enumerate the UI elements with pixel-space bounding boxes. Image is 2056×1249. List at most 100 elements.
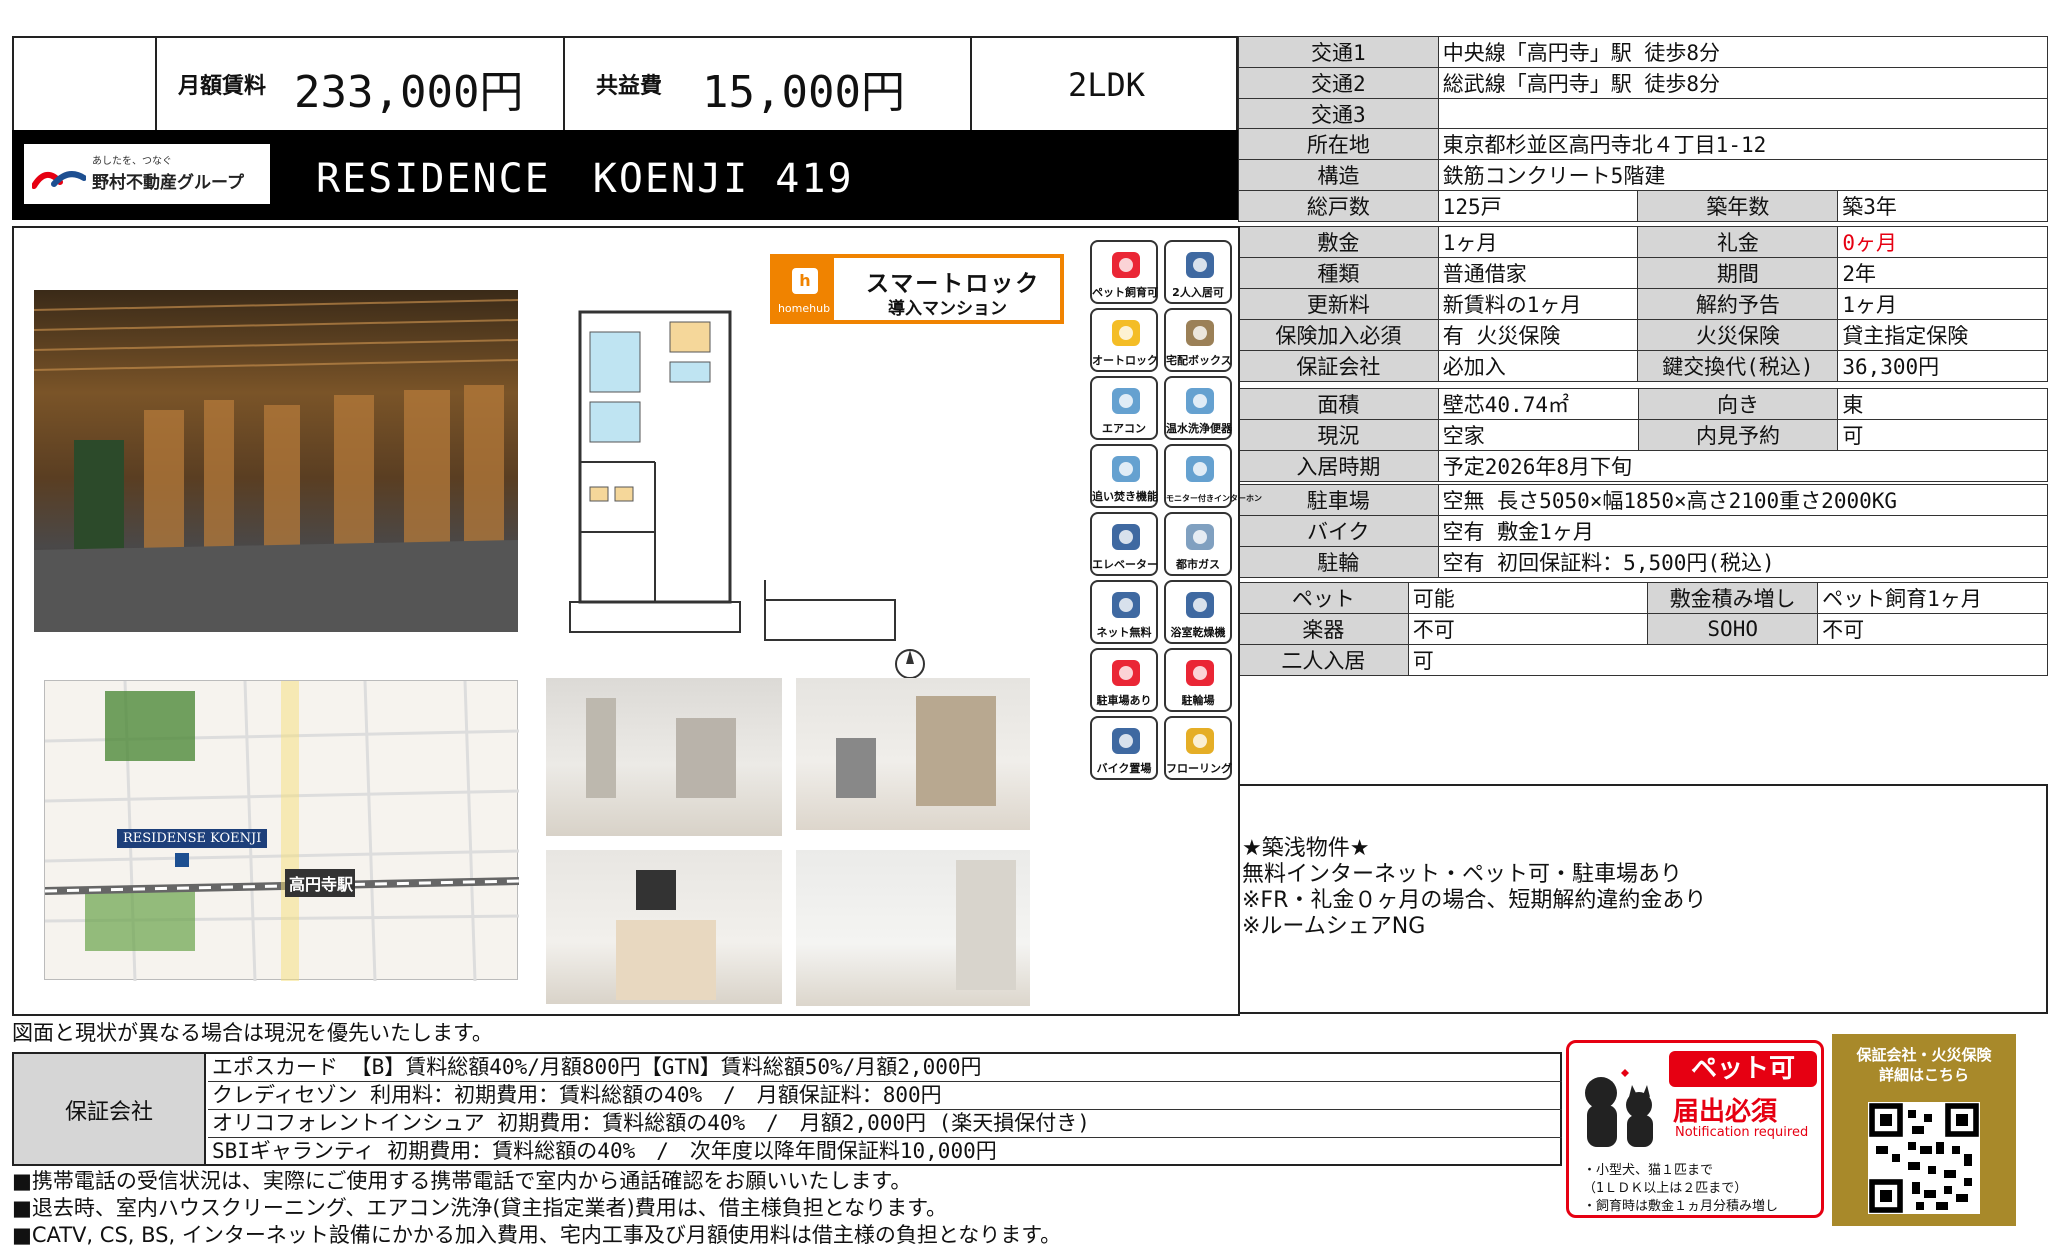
structure-label: 構造: [1238, 159, 1439, 191]
smartlock-banner: h homehub スマートロック 導入マンション: [770, 254, 1064, 324]
equipment-label: 浴室乾燥機: [1170, 626, 1226, 639]
room-photo-room: [796, 850, 1030, 1006]
pet-badge-title: ペット可: [1669, 1051, 1817, 1087]
viewing-value: 可: [1837, 419, 2048, 451]
pet-notice-badge: ペット可 届出必須 Notification required ・小型犬、猫１匹…: [1566, 1040, 1824, 1218]
movein-label: 入居時期: [1238, 450, 1439, 482]
conditions-table: ペット 可能 敷金積み増し ペット飼育1ヶ月 楽器 不可 SOHO 不可 二人入居可: [1238, 582, 2049, 676]
contract-type-value: 普通借家: [1437, 257, 1639, 289]
pet-badge-english: Notification required: [1675, 1125, 1809, 1140]
map-building-label: RESIDENSE KOENJI: [117, 829, 268, 848]
pet-badge-line-2: （1ＬＤＫ以上は２匹まで）: [1583, 1181, 1748, 1196]
equipment-label: フローリング: [1166, 762, 1232, 775]
direction-label: 向き: [1637, 388, 1839, 420]
table-row: 所在地 東京都杉並区高円寺北４丁目1-12: [1238, 128, 2049, 160]
table-row: 種類 普通借家 期間 2年: [1238, 257, 2048, 289]
table-row: 更新料 新賃料の1ヶ月 解約予告 1ヶ月: [1238, 288, 2048, 320]
equipment-tile: 駐輪場: [1164, 648, 1232, 712]
table-row: ペット 可能 敷金積み増し ペット飼育1ヶ月: [1238, 582, 2048, 614]
lobby-photo: [34, 290, 518, 632]
equipment-label: バイク置場: [1096, 762, 1152, 775]
qr-box-line-2: 詳細はこちら: [1878, 1066, 1969, 1084]
fire-insurance-value: 貸主指定保険: [1837, 319, 2048, 351]
photo-window: [836, 738, 876, 798]
photo-counter: [616, 920, 716, 1000]
transport-3-label: 交通3: [1238, 98, 1439, 130]
remark-line: ※FR・礼金０ヶ月の場合、短期解約違約金あり: [1242, 888, 1707, 913]
transport-2-value: 総武線「高円寺」駅 徒歩8分: [1437, 67, 2049, 99]
dog-cat-icon: [1585, 1069, 1653, 1147]
table-row: 駐車場 空無 長さ5050×幅1850×高さ2100重さ2000KG: [1238, 484, 2049, 516]
balcony-plan: [760, 560, 900, 650]
two-persons-icon: [1186, 252, 1214, 278]
floor-plan: [560, 272, 760, 642]
bike-parking-icon: [1112, 728, 1140, 754]
notice-line: ■携帯電話の受信状況は、実際にご使用する携帯電話で室内から通話確認をお願いいたし…: [12, 1169, 912, 1193]
equipment-tile: 温水洗浄便器: [1164, 376, 1232, 440]
equipment-label: ペット飼育可: [1092, 286, 1158, 299]
photo-sliding-door: [916, 696, 996, 806]
equipment-label: エレベーター: [1092, 558, 1158, 571]
contract-table: 敷金 1ヶ月 礼金 0ヶ月 種類 普通借家 期間 2年 更新料 新賃料の1ヶ月 解約予告 1ヶ月 …: [1238, 226, 2048, 382]
table-row: 二人入居可: [1238, 644, 2049, 676]
equipment-tile: 宅配ボックス: [1164, 308, 1232, 372]
transport-1-value: 中央線「高円寺」駅 徒歩8分: [1437, 36, 2049, 68]
couple-value: 可: [1407, 644, 2049, 676]
car-parking-label: 駐車場: [1238, 484, 1439, 516]
fee-label: 共益費: [596, 74, 663, 99]
equipment-tile: 追い焚き機能: [1090, 444, 1158, 508]
equipment-tile: エレベーター: [1090, 512, 1158, 576]
equipment-label: ネット無料: [1096, 626, 1152, 639]
bike-parking-label: バイク: [1238, 515, 1439, 547]
pet-label: ペット: [1238, 582, 1409, 614]
table-row: 現況 空家 内見予約可: [1238, 419, 2048, 451]
equipment-tile: フローリング: [1164, 716, 1232, 780]
instrument-label: 楽器: [1238, 613, 1409, 645]
guarantee-row: オリコフォレントインシュア 初期費用：賃料総額の40% / 月額2,000円 (…: [208, 1110, 1562, 1138]
free-internet-icon: [1112, 592, 1140, 618]
qr-info-box[interactable]: 保証会社・火災保険 詳細はこちら: [1832, 1034, 2016, 1226]
pet-badge-line-3: ・飼育時は敷金１ヵ月分積み増し: [1583, 1199, 1779, 1214]
deposit-label: 敷金: [1238, 226, 1439, 258]
pet-deposit-label: 敷金積み増し: [1647, 582, 1819, 614]
soho-label: SOHO: [1647, 613, 1819, 645]
equipment-label: 温水洗浄便器: [1166, 422, 1232, 435]
header-divider-2: [563, 36, 565, 132]
age-label: 築年数: [1637, 190, 1839, 222]
equipment-label: オートロック: [1092, 354, 1158, 367]
table-row: 交通1 中央線「高円寺」駅 徒歩8分: [1238, 36, 2049, 68]
qr-code-icon[interactable]: [1868, 1102, 1980, 1214]
equipment-tile: ペット飼育可: [1090, 240, 1158, 304]
car-parking-value: 空無 長さ5050×幅1850×高さ2100重さ2000KG: [1437, 484, 2049, 516]
couple-label: 二人入居: [1238, 644, 1409, 676]
guarantor-label: 保証会社: [1238, 350, 1439, 382]
equipment-tile: バイク置場: [1090, 716, 1158, 780]
table-row: 駐輪 空有 初回保証料：5,500円(税込): [1238, 546, 2049, 578]
equipment-label: 宅配ボックス: [1166, 354, 1232, 367]
key-money-label: 礼金: [1637, 226, 1839, 258]
reheat-bath-icon: [1112, 456, 1140, 482]
area-value: 壁芯40.74㎡: [1437, 388, 1639, 420]
remark-line: 無料インターネット・ペット可・駐車場あり: [1242, 862, 1683, 887]
table-row: 楽器 不可 SOHO 不可: [1238, 613, 2048, 645]
period-value: 2年: [1837, 257, 2048, 289]
pet-deposit-value: ペット飼育1ヶ月: [1817, 582, 2048, 614]
room-photo-kitchen: [546, 850, 782, 1004]
key-exchange-label: 鍵交換代(税込): [1637, 350, 1839, 382]
address-value: 東京都杉並区高円寺北４丁目1-12: [1437, 128, 2049, 160]
table-row: 交通3: [1238, 98, 2049, 130]
pet-allowed-icon: [1112, 252, 1140, 278]
logo-name: 野村不動産グループ: [92, 173, 244, 193]
homehub-logo: h homehub: [774, 258, 834, 320]
qr-box-line-1: 保証会社・火災保険: [1856, 1046, 1992, 1064]
direction-value: 東: [1837, 388, 2048, 420]
equipment-tile: オートロック: [1090, 308, 1158, 372]
pet-value: 可能: [1407, 582, 1649, 614]
transport-1-label: 交通1: [1238, 36, 1439, 68]
room-photo-living: [546, 678, 782, 836]
movein-value: 予定2026年8月下旬: [1437, 450, 2049, 482]
equipment-label: 都市ガス: [1176, 558, 1220, 571]
table-row: 敷金 1ヶ月 礼金 0ヶ月: [1238, 226, 2048, 258]
key-exchange-value: 36,300円: [1837, 350, 2048, 382]
deposit-value: 1ヶ月: [1437, 226, 1639, 258]
